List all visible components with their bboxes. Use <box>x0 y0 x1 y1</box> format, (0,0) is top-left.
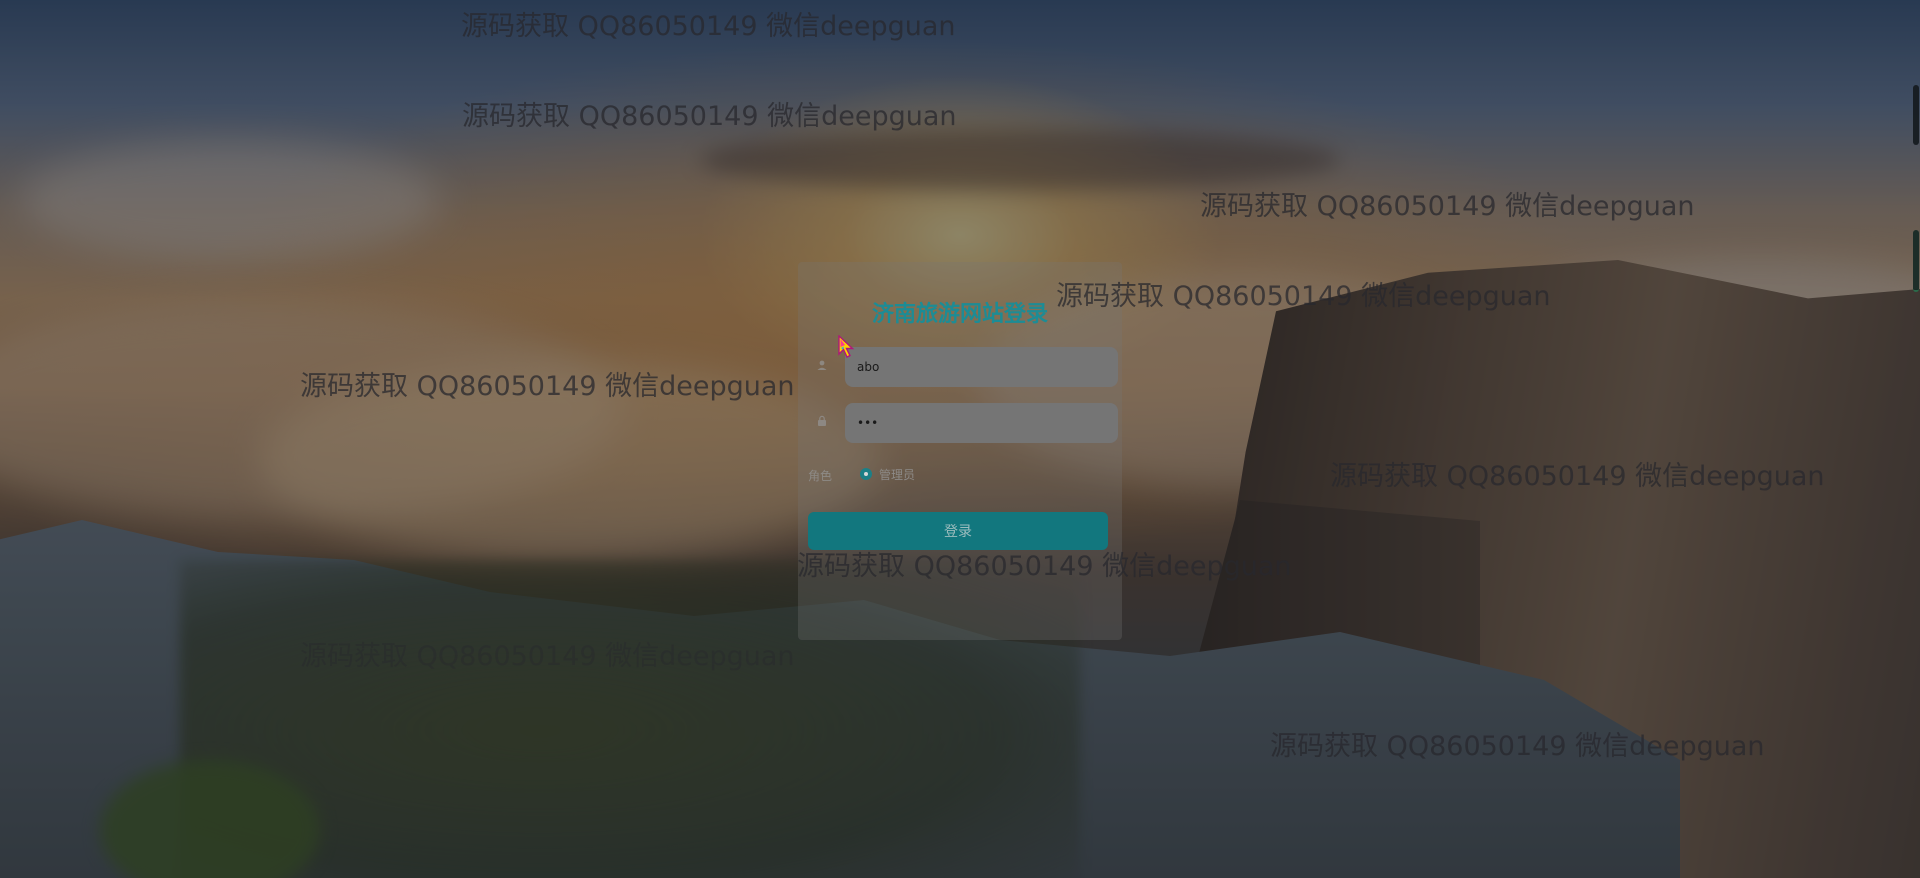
radio-selected-icon[interactable] <box>860 468 872 480</box>
login-panel: 济南旅游网站登录 角色 管理员 登录 <box>798 262 1122 640</box>
role-label: 角色 <box>808 469 833 483</box>
role-option-label: 管理员 <box>879 467 916 482</box>
login-title: 济南旅游网站登录 <box>871 302 1048 327</box>
scrollbar[interactable] <box>1912 0 1920 878</box>
password-row <box>808 403 1118 443</box>
mouse-cursor-icon <box>838 335 855 358</box>
role-option-admin[interactable]: 管理员 <box>860 466 915 482</box>
scrollbar-thumb[interactable] <box>1913 85 1919 145</box>
password-input[interactable] <box>845 403 1118 443</box>
username-input[interactable] <box>845 347 1118 387</box>
scrollbar-thumb[interactable] <box>1913 230 1919 292</box>
login-button[interactable]: 登录 <box>808 512 1108 550</box>
user-icon <box>816 359 830 373</box>
lock-icon <box>816 415 830 429</box>
